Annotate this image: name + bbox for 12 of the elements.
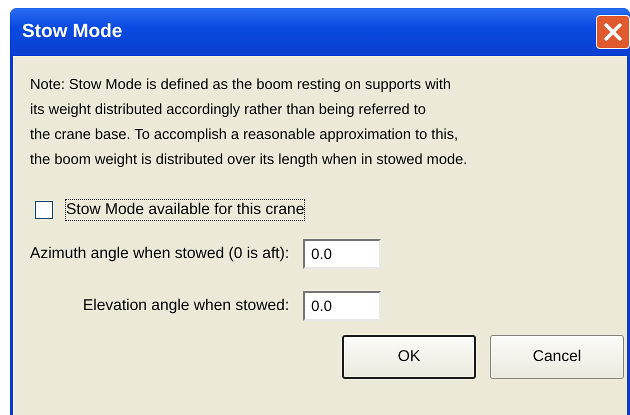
close-button[interactable] <box>596 15 630 49</box>
note-text: Note: Stow Mode is defined as the boom resting on supports with its weight distributed accordingly rather than being referred to the crane base. To accomplish a reasonable approximation to this, the boom weight is distributed over its length when in stowed mode. <box>30 76 468 170</box>
dialog-button[interactable]: OK <box>342 335 476 379</box>
checkbox-label[interactable]: Stow Mode available for this crane <box>65 199 306 221</box>
dialog-button[interactable]: Cancel <box>490 335 624 379</box>
field-label: Azimuth angle when stowed (0 is aft): <box>30 245 290 263</box>
window-title: Stow Mode <box>22 21 122 43</box>
input-field[interactable]: 0.0 <box>303 239 382 269</box>
close-icon <box>602 21 624 43</box>
field-label: Elevation angle when stowed: <box>82 297 290 315</box>
input-field[interactable]: 0.0 <box>303 291 382 321</box>
checkbox[interactable] <box>35 201 53 219</box>
